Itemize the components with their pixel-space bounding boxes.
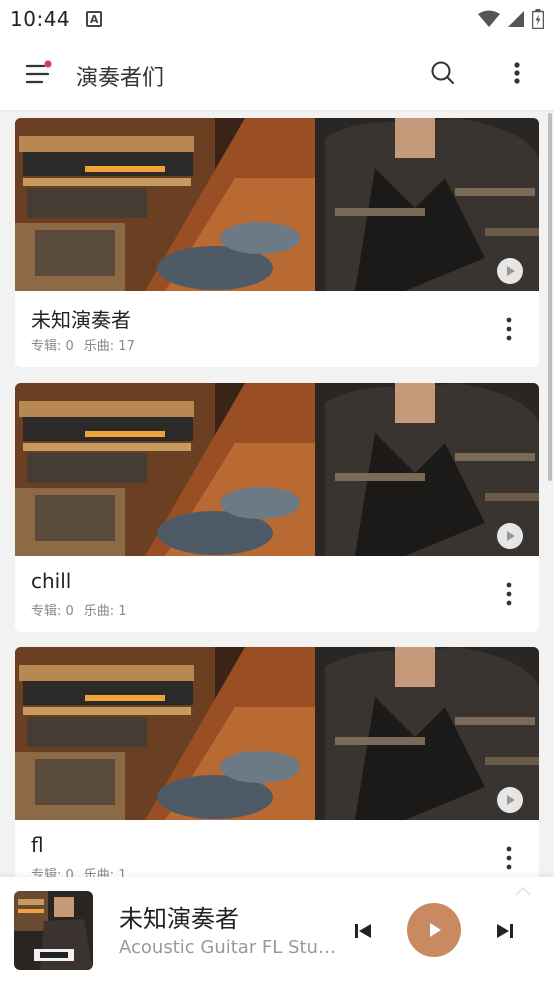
album-art <box>14 891 93 970</box>
song-count: 乐曲: 17 <box>83 339 135 354</box>
card-more-icon[interactable] <box>503 845 515 871</box>
status-bar: 10:44 A <box>0 0 554 38</box>
artist-thumbnail <box>15 647 539 820</box>
artist-thumbnail <box>15 383 539 556</box>
artist-card[interactable]: chill 专辑: 0 乐曲: 1 <box>15 383 539 632</box>
app-bar: 演奏者们 <box>0 38 554 110</box>
play-artist-button[interactable] <box>497 787 523 813</box>
mini-player[interactable]: 未知演奏者 Acoustic Guitar FL Stud.. <box>0 877 554 984</box>
play-artist-button[interactable] <box>497 258 523 284</box>
artist-name: chill <box>31 569 72 593</box>
scrollbar[interactable] <box>548 113 552 481</box>
album-count: 专辑: 0 <box>31 339 74 354</box>
artist-name: 未知演奏者 <box>31 308 131 332</box>
artist-card[interactable]: 未知演奏者 专辑: 0 乐曲: 17 <box>15 118 539 367</box>
status-time: 10:44 <box>10 7 71 31</box>
artist-stats: 专辑: 0 乐曲: 17 <box>31 335 145 354</box>
search-icon[interactable] <box>430 60 456 86</box>
now-playing-subtitle: Acoustic Guitar FL Stud.. <box>119 937 339 958</box>
previous-track-icon[interactable] <box>352 920 374 942</box>
next-track-icon[interactable] <box>494 920 516 942</box>
artist-name: fl <box>31 833 44 857</box>
more-options-icon[interactable] <box>504 60 530 86</box>
now-playing-title: 未知演奏者 <box>119 905 239 933</box>
menu-badge-icon <box>44 60 52 68</box>
album-count: 专辑: 0 <box>31 604 74 619</box>
card-more-icon[interactable] <box>503 316 515 342</box>
battery-icon <box>532 9 544 29</box>
play-icon <box>507 795 515 805</box>
play-icon <box>507 531 515 541</box>
notification-icon: A <box>86 11 103 27</box>
play-icon <box>430 923 441 937</box>
page-title: 演奏者们 <box>76 66 165 91</box>
song-count: 乐曲: 1 <box>83 604 127 619</box>
play-icon <box>507 266 515 276</box>
play-artist-button[interactable] <box>497 523 523 549</box>
system-icons <box>478 9 544 29</box>
menu-icon[interactable] <box>26 60 54 88</box>
chevron-up-icon[interactable] <box>514 885 532 897</box>
card-more-icon[interactable] <box>503 581 515 607</box>
artist-stats: 专辑: 0 乐曲: 1 <box>31 600 137 619</box>
artist-thumbnail <box>15 118 539 291</box>
artist-card[interactable]: fl 专辑: 0 乐曲: 1 <box>15 647 539 896</box>
wifi-icon <box>478 10 500 27</box>
signal-icon <box>508 11 524 27</box>
play-button[interactable] <box>407 903 461 957</box>
